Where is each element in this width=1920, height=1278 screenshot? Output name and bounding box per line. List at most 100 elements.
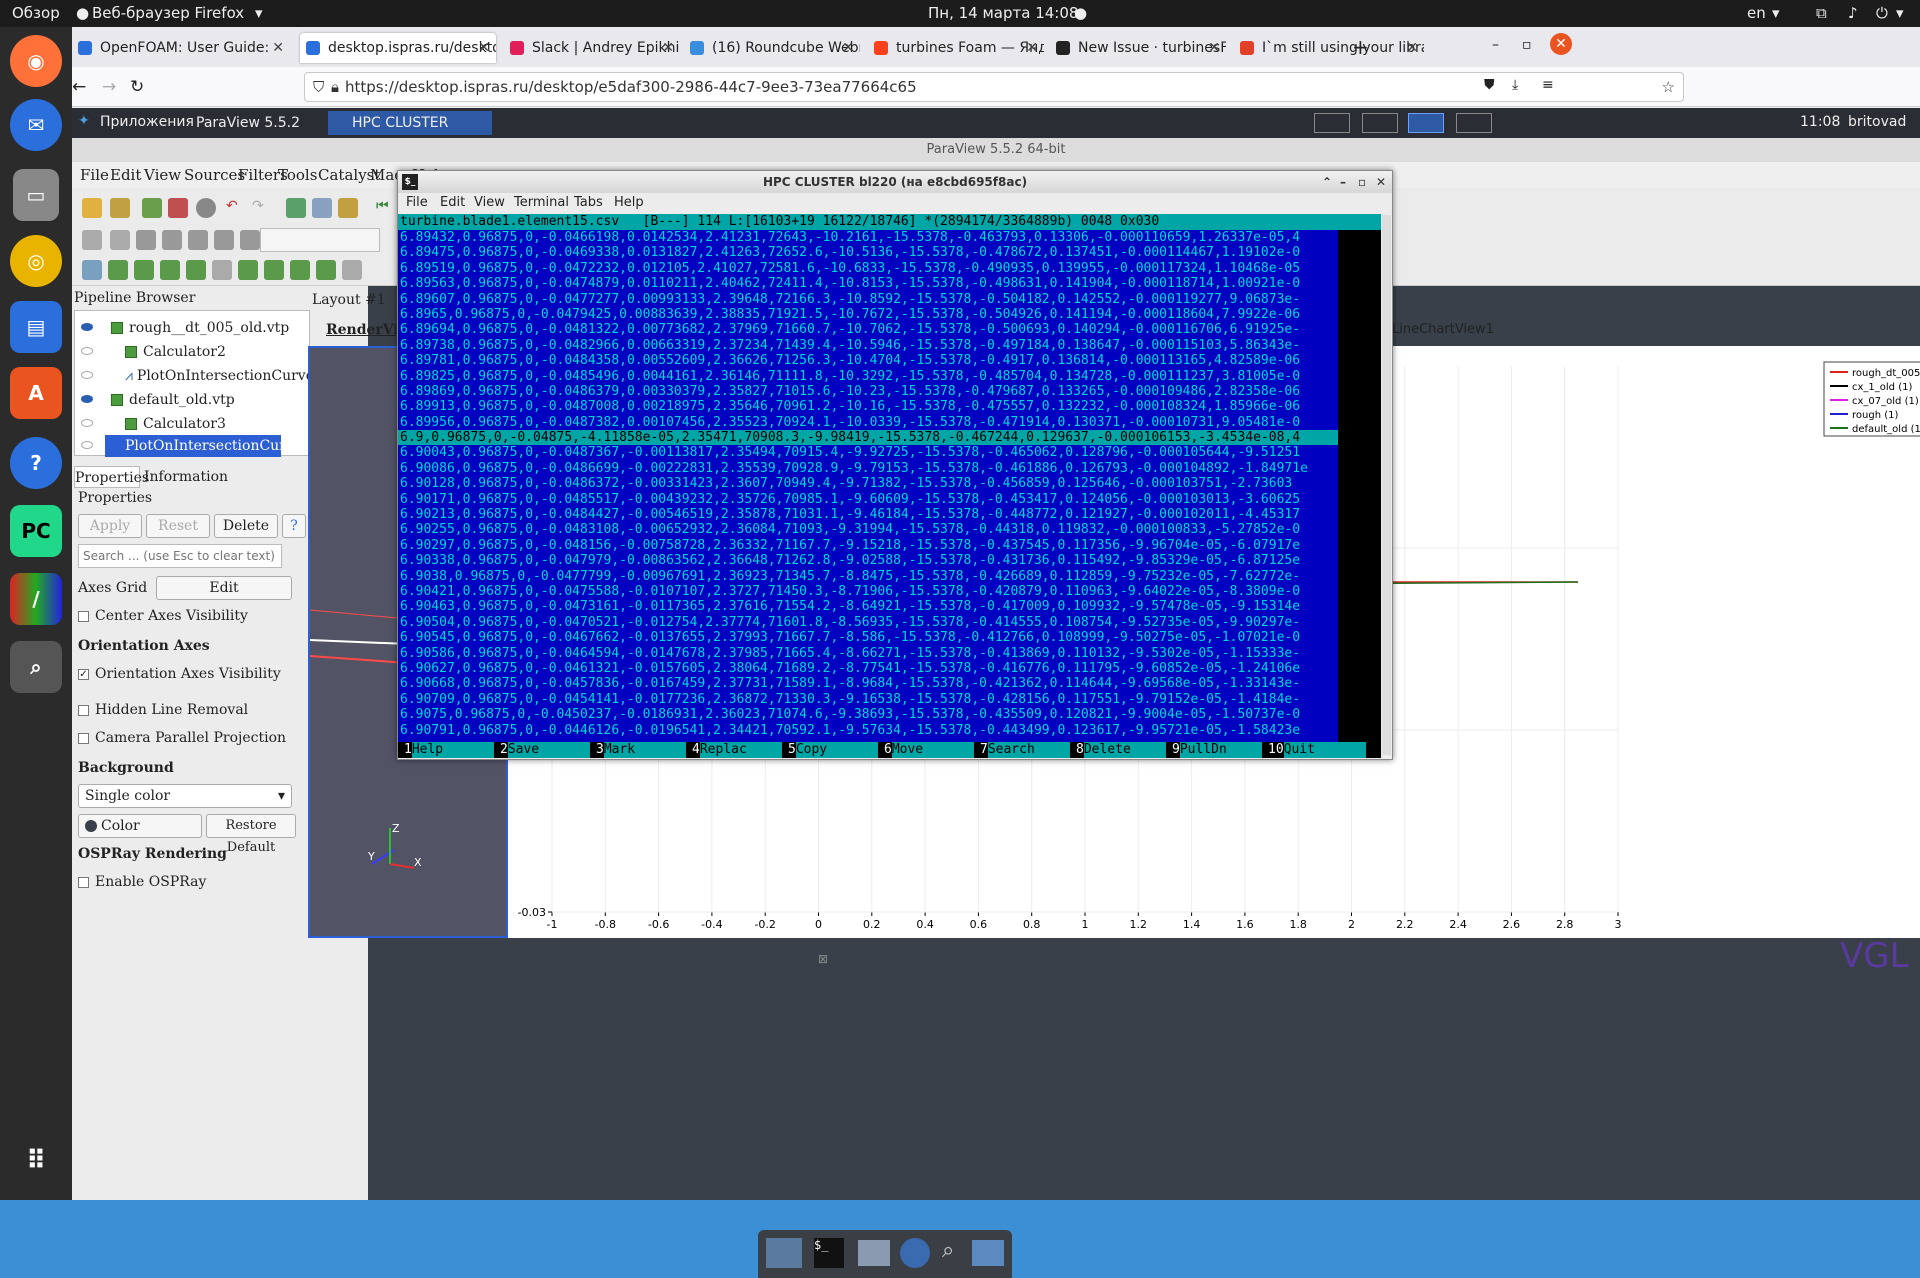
workspace-2[interactable]: [1362, 113, 1398, 133]
help-button[interactable]: ?: [282, 514, 306, 538]
overview-button[interactable]: Обзор: [12, 4, 60, 22]
close-window-icon[interactable]: ✕: [1550, 33, 1572, 55]
delete-button[interactable]: Delete: [214, 514, 278, 538]
terminal-launcher-icon[interactable]: $_: [814, 1238, 844, 1268]
bookmark-star-icon[interactable]: ☆: [1662, 73, 1675, 101]
rhythmbox-icon[interactable]: ◎: [10, 235, 62, 287]
eye-visible-icon[interactable]: [81, 395, 93, 403]
app-menu-chevron-icon[interactable]: ▾: [255, 4, 263, 22]
orientation-axes-visibility-checkbox[interactable]: ✓ Orientation Axes Visibility: [78, 666, 281, 682]
axes-grid-edit-button[interactable]: Edit: [156, 576, 292, 600]
pocket-icon[interactable]: ⛊: [1484, 77, 1495, 93]
properties-search-input[interactable]: [78, 544, 282, 568]
back-icon[interactable]: ←: [72, 77, 86, 97]
paraview-icon[interactable]: /: [10, 573, 62, 625]
warp-icon[interactable]: [290, 260, 310, 280]
checkbox[interactable]: [78, 732, 89, 744]
tab-openfoam[interactable]: OpenFOAM: User Guide: ✕: [72, 33, 290, 63]
menu-view[interactable]: View: [144, 166, 181, 184]
terminal-menu-edit[interactable]: Edit: [440, 193, 465, 213]
pipeline-item-selected[interactable]: PlotOnIntersectionCurves3: [81, 435, 318, 457]
web-browser-icon[interactable]: [900, 1238, 930, 1268]
taskbar-hpc-cluster[interactable]: HPC CLUSTER bl220: [328, 111, 492, 155]
terminal-menu-tabs[interactable]: Tabs: [574, 193, 603, 213]
shade-icon[interactable]: ⌃: [1322, 171, 1332, 193]
apply-button[interactable]: Apply: [78, 514, 142, 538]
enable-ospray-checkbox[interactable]: Enable OSPRay: [78, 874, 206, 890]
open-icon[interactable]: [82, 198, 102, 218]
close-icon[interactable]: ✕: [1406, 33, 1418, 63]
stream-tracer-icon[interactable]: [264, 260, 284, 280]
first-frame-icon[interactable]: ⏮: [376, 198, 396, 218]
interact-icon[interactable]: [338, 198, 358, 218]
checkbox-checked[interactable]: ✓: [78, 668, 89, 680]
thunderbird-icon[interactable]: ✉: [10, 99, 62, 151]
checkbox[interactable]: [78, 704, 89, 716]
maximize-window-icon[interactable]: ▫: [1522, 37, 1532, 53]
close-icon[interactable]: ✕: [478, 33, 490, 63]
language-indicator[interactable]: en: [1747, 4, 1766, 22]
app-finder-icon[interactable]: ⌕: [942, 1238, 954, 1263]
checkbox[interactable]: [78, 610, 89, 622]
minimize-icon[interactable]: –: [1340, 171, 1346, 193]
background-mode-select[interactable]: Single color ▾: [78, 784, 292, 808]
pycharm-icon[interactable]: PC: [10, 505, 62, 557]
fkey-save[interactable]: 2Save: [500, 742, 590, 758]
maximize-icon[interactable]: ▫: [1358, 171, 1366, 193]
forward-icon[interactable]: →: [102, 77, 116, 97]
show-applications-icon[interactable]: ⠿: [10, 1135, 62, 1187]
checkbox[interactable]: [78, 876, 89, 888]
toolbar-icon-f[interactable]: [214, 230, 234, 250]
fkey-delete[interactable]: 8Delete: [1076, 742, 1166, 758]
tab-roundcube[interactable]: (16) Roundcube Webmail✕: [684, 33, 860, 63]
menu-icon[interactable]: ≡: [1542, 77, 1554, 93]
close-view-icon[interactable]: ⊠: [818, 952, 828, 966]
fkey-move[interactable]: 6Move: [884, 742, 974, 758]
center-axes-checkbox[interactable]: Center Axes Visibility: [78, 608, 248, 624]
menu-edit[interactable]: Edit: [110, 166, 141, 184]
fkey-help[interactable]: 1Help: [404, 742, 494, 758]
menu-tools[interactable]: Tools: [278, 166, 317, 184]
tab-properties[interactable]: Properties: [74, 466, 149, 488]
workspace-1[interactable]: [1314, 113, 1350, 133]
representation-dropdown[interactable]: [260, 228, 380, 252]
terminal-menu-help[interactable]: Help: [614, 193, 644, 213]
fkey-copy[interactable]: 5Copy: [788, 742, 878, 758]
fkey-replac[interactable]: 4Replac: [692, 742, 782, 758]
tab-yandex[interactable]: turbines Foam — Яндекс✕: [868, 33, 1044, 63]
clip-icon[interactable]: [134, 260, 154, 280]
recent-icon[interactable]: [110, 198, 130, 218]
writer-icon[interactable]: ▤: [10, 301, 62, 353]
fkey-mark[interactable]: 3Mark: [596, 742, 686, 758]
system-chevron-icon[interactable]: ▾: [1896, 4, 1904, 22]
software-center-icon[interactable]: A: [10, 367, 62, 419]
redo-icon[interactable]: ↷: [252, 198, 272, 218]
toolbar-icon-c[interactable]: [136, 230, 156, 250]
help-icon[interactable]: ?: [10, 437, 62, 489]
close-icon[interactable]: ✕: [1208, 33, 1220, 63]
fkey-pulldn[interactable]: 9PullDn: [1172, 742, 1262, 758]
workspace-4[interactable]: [1456, 113, 1492, 133]
power-icon[interactable]: ⏻: [1876, 4, 1888, 22]
minimize-window-icon[interactable]: –: [1492, 37, 1499, 53]
new-tab-plus-icon[interactable]: +: [1352, 35, 1369, 59]
tab-desktop-ispras[interactable]: desktop.ispras.ru/deskto ✕: [300, 33, 496, 63]
eye-visible-icon[interactable]: [81, 323, 93, 331]
terminal-screen[interactable]: turbine.blade1.element15.csv [B---] 114 …: [398, 214, 1381, 758]
panel-clock[interactable]: 11:08: [1800, 114, 1840, 130]
threshold-icon[interactable]: [186, 260, 206, 280]
files-icon[interactable]: ▭: [13, 169, 59, 221]
close-icon[interactable]: ✕: [842, 33, 854, 63]
downloads-icon[interactable]: ⤓: [1512, 77, 1518, 93]
reload-icon[interactable]: ↻: [130, 77, 144, 97]
eye-hidden-icon[interactable]: [81, 441, 93, 449]
shield-icon[interactable]: ⛉: [313, 73, 324, 101]
layout-tab[interactable]: Layout #1: [312, 292, 386, 308]
group-icon[interactable]: [316, 260, 336, 280]
fkey-quit[interactable]: 10Quit: [1268, 742, 1366, 758]
close-icon[interactable]: ✕: [662, 33, 674, 63]
tab-slack[interactable]: Slack | Andrey Epikhin | U✕: [504, 33, 680, 63]
restore-default-button[interactable]: Restore Default: [206, 814, 296, 855]
eye-hidden-icon[interactable]: [81, 347, 93, 355]
show-desktop-icon[interactable]: [766, 1238, 802, 1268]
